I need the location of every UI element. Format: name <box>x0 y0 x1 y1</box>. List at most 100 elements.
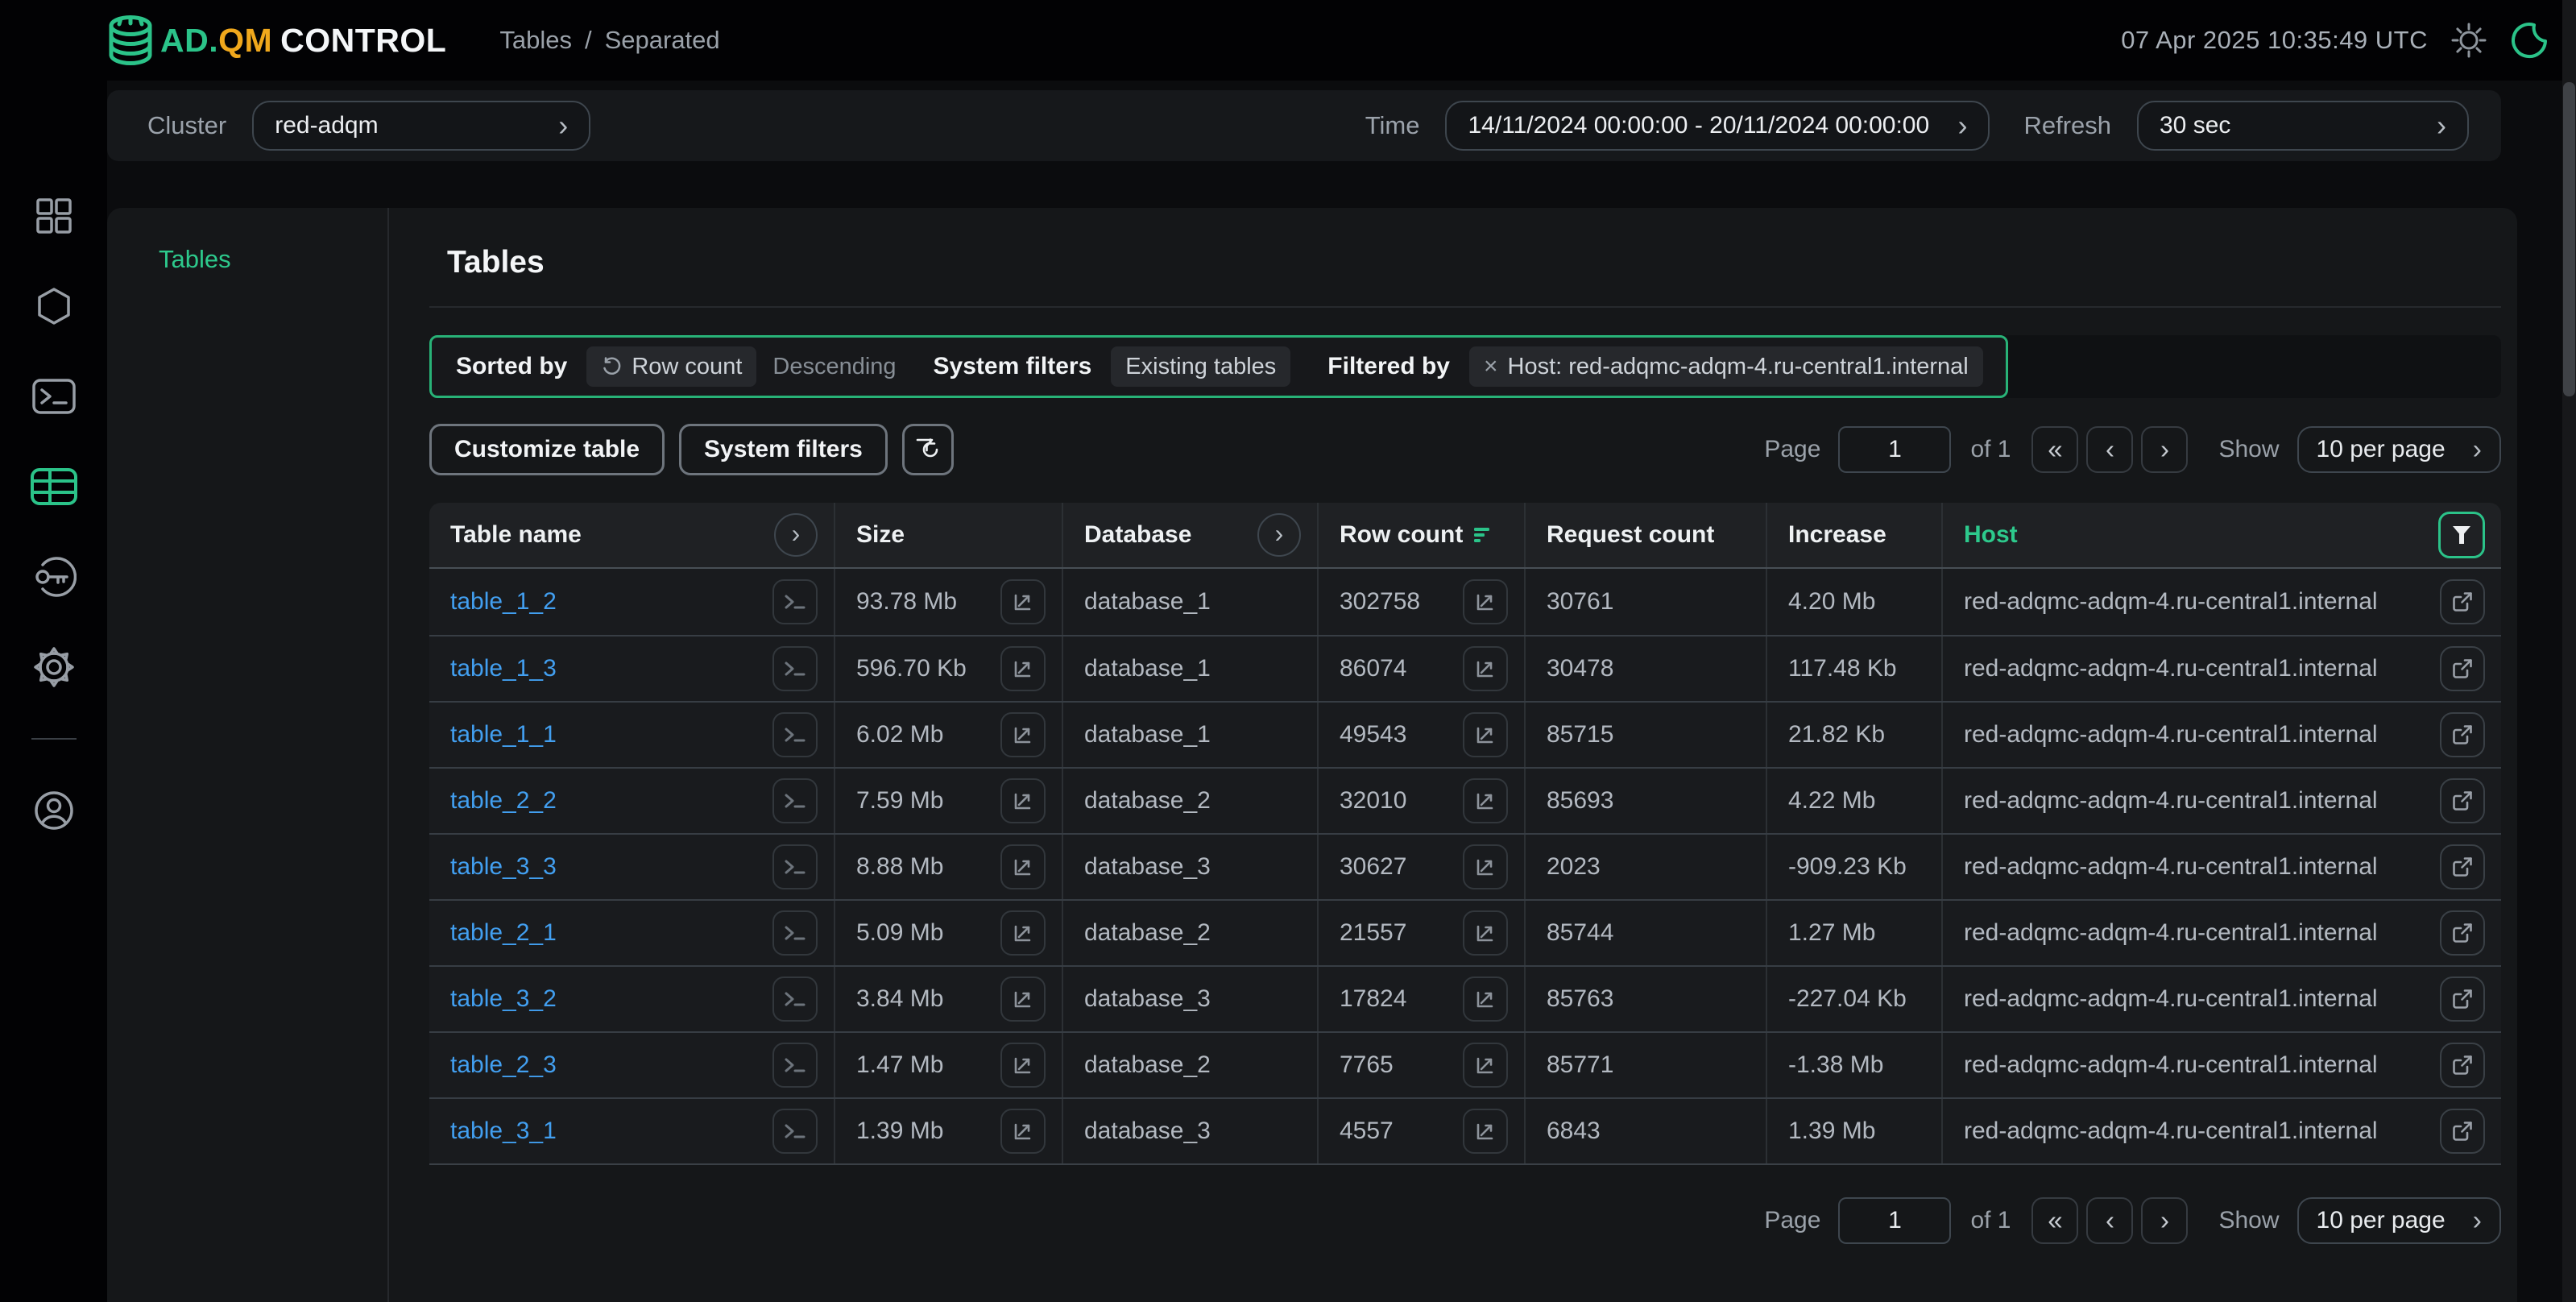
col-header-size[interactable]: Size <box>835 503 1063 567</box>
sidebar-item-tables[interactable]: Tables <box>159 245 387 274</box>
close-icon[interactable]: × <box>1484 353 1498 380</box>
row-count-chart-button[interactable] <box>1463 977 1508 1022</box>
next-page-button[interactable]: › <box>2141 426 2188 473</box>
dashboard-icon[interactable] <box>30 192 78 240</box>
row-count-chart-button[interactable] <box>1463 1043 1508 1088</box>
light-theme-icon[interactable] <box>2450 22 2487 59</box>
cluster-select[interactable]: red-adqm › <box>252 101 590 151</box>
terminal-button[interactable] <box>772 844 818 889</box>
table-name-link[interactable]: table_1_2 <box>450 588 557 616</box>
gear-icon[interactable] <box>30 643 78 691</box>
breadcrumb-section[interactable]: Tables <box>499 26 572 55</box>
external-link-button[interactable] <box>2440 712 2485 757</box>
scrollbar-thumb[interactable] <box>2563 82 2575 396</box>
row-count-chart-button[interactable] <box>1463 778 1508 823</box>
row-count-chart-button[interactable] <box>1463 579 1508 624</box>
terminal-button[interactable] <box>772 646 818 691</box>
size-chart-button[interactable] <box>1000 646 1046 691</box>
dark-theme-icon[interactable] <box>2510 21 2549 60</box>
external-link-button[interactable] <box>2440 844 2485 889</box>
increase-value: -1.38 Mb <box>1788 1051 1883 1079</box>
external-link-button[interactable] <box>2440 579 2485 624</box>
host-filter-chip[interactable]: × Host: red-adqmc-adqm-4.ru-central1.int… <box>1469 346 1983 387</box>
col-header-host[interactable]: Host <box>1943 503 2501 567</box>
system-filters-chip[interactable]: Existing tables <box>1111 346 1290 387</box>
terminal-button[interactable] <box>772 712 818 757</box>
terminal-button[interactable] <box>772 977 818 1022</box>
request-count-value: 2023 <box>1547 853 1601 881</box>
row-count-chart-button[interactable] <box>1463 910 1508 956</box>
table-name-link[interactable]: table_2_3 <box>450 1051 557 1079</box>
terminal-button[interactable] <box>772 778 818 823</box>
increase-cell: 4.20 Mb <box>1767 569 1943 635</box>
size-chart-button[interactable] <box>1000 1109 1046 1154</box>
row-count-chart-button[interactable] <box>1463 844 1508 889</box>
filtered-by-group: Filtered by × Host: red-adqmc-adqm-4.ru-… <box>1327 346 1982 387</box>
col-header-table-name[interactable]: Table name › <box>429 503 835 567</box>
external-link-button[interactable] <box>2440 1043 2485 1088</box>
size-chart-button[interactable] <box>1000 1043 1046 1088</box>
size-chart-button[interactable] <box>1000 778 1046 823</box>
col-header-database[interactable]: Database › <box>1063 503 1319 567</box>
next-page-button[interactable]: › <box>2141 1197 2188 1244</box>
vertical-scrollbar[interactable] <box>2562 0 2576 1302</box>
open-chart-icon <box>1473 789 1497 813</box>
size-chart-button[interactable] <box>1000 844 1046 889</box>
app-logo[interactable]: AD.QMCONTROL <box>107 14 446 67</box>
col-header-request-count[interactable]: Request count <box>1526 503 1767 567</box>
system-filters-button[interactable]: System filters <box>679 424 888 475</box>
size-chart-button[interactable] <box>1000 712 1046 757</box>
prev-page-button[interactable]: ‹ <box>2086 1197 2133 1244</box>
first-page-button[interactable]: « <box>2031 426 2078 473</box>
tables-icon[interactable] <box>30 462 78 511</box>
reset-filters-button[interactable] <box>902 424 954 475</box>
user-icon[interactable] <box>30 786 78 835</box>
table-name-link[interactable]: table_3_1 <box>450 1117 557 1145</box>
refresh-select[interactable]: 30 sec › <box>2137 101 2469 151</box>
terminal-button[interactable] <box>772 1109 818 1154</box>
terminal-prompt-icon <box>783 857 807 877</box>
col-header-row-count[interactable]: Row count <box>1319 503 1526 567</box>
external-link-button[interactable] <box>2440 910 2485 956</box>
table-name-link[interactable]: table_2_1 <box>450 919 557 947</box>
table-name-link[interactable]: table_2_2 <box>450 787 557 815</box>
row-count-value: 7765 <box>1340 1051 1394 1079</box>
host-filter-button[interactable] <box>2438 512 2485 558</box>
expand-column-button[interactable]: › <box>1257 513 1301 557</box>
table-name-link[interactable]: table_3_2 <box>450 985 557 1013</box>
prev-page-button[interactable]: ‹ <box>2086 426 2133 473</box>
customize-table-button[interactable]: Customize table <box>429 424 665 475</box>
external-link-button[interactable] <box>2440 977 2485 1022</box>
section-nav: Tables <box>107 208 389 1302</box>
per-page-select[interactable]: 10 per page › <box>2297 1197 2501 1244</box>
terminal-button[interactable] <box>772 579 818 624</box>
table-name-link[interactable]: table_1_1 <box>450 721 557 748</box>
size-chart-button[interactable] <box>1000 910 1046 956</box>
table-name-link[interactable]: table_3_3 <box>450 853 557 881</box>
host-value: red-adqmc-adqm-4.ru-central1.internal <box>1964 721 2378 748</box>
terminal-button[interactable] <box>772 910 818 956</box>
external-link-button[interactable] <box>2440 646 2485 691</box>
external-link-button[interactable] <box>2440 1109 2485 1154</box>
external-link-button[interactable] <box>2440 778 2485 823</box>
sorted-chip[interactable]: Row count <box>586 346 756 387</box>
terminal-icon[interactable] <box>30 372 78 421</box>
terminal-button[interactable] <box>772 1043 818 1088</box>
size-cell: 93.78 Mb <box>835 569 1063 635</box>
key-icon[interactable] <box>30 553 78 601</box>
first-page-button[interactable]: « <box>2031 1197 2078 1244</box>
per-page-select[interactable]: 10 per page › <box>2297 426 2501 473</box>
page-number-input[interactable] <box>1838 426 1951 473</box>
open-chart-icon <box>1011 1053 1035 1077</box>
hexagon-cluster-icon[interactable] <box>30 282 78 330</box>
size-chart-button[interactable] <box>1000 579 1046 624</box>
expand-column-button[interactable]: › <box>774 513 818 557</box>
row-count-chart-button[interactable] <box>1463 712 1508 757</box>
time-range-select[interactable]: 14/11/2024 00:00:00 - 20/11/2024 00:00:0… <box>1445 101 1990 151</box>
page-number-input[interactable] <box>1838 1197 1951 1244</box>
row-count-chart-button[interactable] <box>1463 1109 1508 1154</box>
table-name-link[interactable]: table_1_3 <box>450 655 557 682</box>
row-count-chart-button[interactable] <box>1463 646 1508 691</box>
col-header-increase[interactable]: Increase <box>1767 503 1943 567</box>
size-chart-button[interactable] <box>1000 977 1046 1022</box>
